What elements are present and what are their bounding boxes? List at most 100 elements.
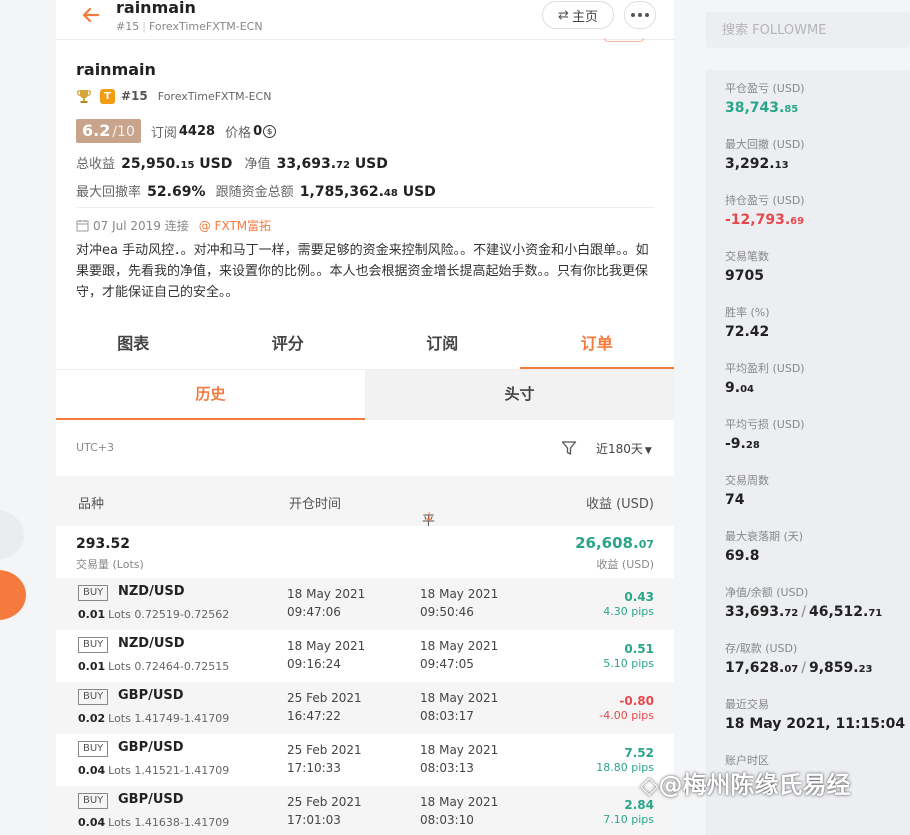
col-profit[interactable]: 收益 (USD) xyxy=(586,493,654,512)
search-input[interactable] xyxy=(706,12,896,48)
subtab-history[interactable]: 历史 xyxy=(56,370,365,420)
tab-rating[interactable]: 评分 xyxy=(211,320,366,369)
table-row[interactable]: BUY GBP/USD 0.04 Lots 1.41638-1.41709 25 … xyxy=(56,786,674,835)
trophy-icon xyxy=(77,90,91,103)
open-time: 17:10:33 xyxy=(287,761,341,775)
total-profit-value: 25,950.15 USD xyxy=(121,156,233,172)
swap-icon: ⇄ xyxy=(558,7,569,23)
stat-max-dd-period: 最大衰落期 (天) 69.8 xyxy=(725,530,804,564)
stat-trades: 交易笔数 9705 xyxy=(725,250,769,284)
stat-last-trade: 最近交易 18 May 2021, 11:15:04 xyxy=(725,698,906,732)
open-date: 18 May 2021 xyxy=(287,587,366,601)
equity-value: 33,693.72 USD xyxy=(276,156,388,172)
price-value: 0 xyxy=(253,123,263,139)
floating-circle-grey[interactable] xyxy=(0,510,24,560)
tab-orders[interactable]: 订单 xyxy=(519,320,675,369)
stat-max-drawdown: 最大回撤 (USD) 3,292.13 xyxy=(725,138,805,172)
divider xyxy=(76,207,654,208)
stat-equity-balance: 净值/余额 (USD) 33,693.72/46,512.71 xyxy=(725,586,883,620)
side-badge: BUY xyxy=(78,793,109,809)
table-row[interactable]: BUY GBP/USD 0.02 Lots 1.41749-1.41709 25 … xyxy=(56,682,674,734)
drawdown-value: 52.69% xyxy=(147,184,206,200)
side-badge: BUY xyxy=(78,585,109,601)
close-date: 18 May 2021 xyxy=(420,795,499,809)
profile-rank: #15 xyxy=(121,89,148,103)
side-badge: BUY xyxy=(78,741,109,757)
open-time: 09:16:24 xyxy=(287,657,341,671)
profile-section: rainmain T #15 ForexTimeFXTM-ECN 6.2/10 … xyxy=(76,60,654,303)
more-options-button[interactable] xyxy=(624,1,656,29)
badge-row: T #15 ForexTimeFXTM-ECN xyxy=(76,87,654,105)
open-time: 17:01:03 xyxy=(287,813,341,827)
table-row[interactable]: BUY GBP/USD 0.04 Lots 1.41521-1.41709 25 … xyxy=(56,734,674,786)
join-date-row: 07 Jul 2019 连接 @ FXTM富拓 xyxy=(76,216,654,234)
open-time: 16:47:22 xyxy=(287,709,341,723)
main-panel: rainmain #15 | ForexTimeFXTM-ECN ⇄ 主页 rain… xyxy=(56,0,674,835)
dot-icon xyxy=(631,13,635,17)
profit-equity-row: 总收益 25,950.15 USD 净值 33,693.72 USD xyxy=(76,153,654,172)
lots-info: 0.04 Lots 1.41638-1.41709 xyxy=(78,816,230,829)
open-time: 09:47:06 xyxy=(287,605,341,619)
drawdown-row: 最大回撤率 52.69% 跟随资金总额 1,785,362.48 USD xyxy=(76,181,654,200)
subs-label: 订阅 xyxy=(150,125,177,141)
total-profit-label: 总收益 xyxy=(76,157,116,172)
equity-label: 净值 xyxy=(244,157,271,172)
lots-info: 0.02 Lots 1.41749-1.41709 xyxy=(78,712,230,725)
tab-subscribe[interactable]: 订阅 xyxy=(365,320,520,369)
profile-broker: ForexTimeFXTM-ECN xyxy=(157,89,272,103)
trader-name: rainmain xyxy=(76,60,156,79)
open-date: 25 Feb 2021 xyxy=(287,795,362,809)
main-tabs: 图表 评分 订阅 订单 xyxy=(56,320,674,370)
profit: 0.43 xyxy=(624,590,654,604)
profit: 2.84 xyxy=(624,798,654,812)
score-value: 6.2 xyxy=(82,121,111,140)
header-title: rainmain xyxy=(116,0,196,17)
sort-down-icon: ↓ xyxy=(424,510,435,524)
symbol: GBP/USD xyxy=(118,792,184,807)
follow-button-edge[interactable] xyxy=(604,38,644,42)
total-profit: 26,608.07 xyxy=(575,534,654,552)
coin-icon: $ xyxy=(263,124,277,138)
close-time: 08:03:10 xyxy=(420,813,474,827)
pips: -4.00 pips xyxy=(599,709,654,722)
lots-info: 0.01 Lots 0.72519-0.72562 xyxy=(78,608,230,621)
search-box[interactable] xyxy=(706,12,910,48)
subtab-positions[interactable]: 头寸 xyxy=(365,370,674,420)
close-time: 08:03:13 xyxy=(420,761,474,775)
close-time: 08:03:17 xyxy=(420,709,474,723)
symbol: NZD/USD xyxy=(118,584,185,599)
follow-funds-value: 1,785,362.48 USD xyxy=(299,184,436,200)
close-date: 18 May 2021 xyxy=(420,639,499,653)
stat-open-pl: 持仓盈亏 (USD) -12,793.69 xyxy=(725,194,805,228)
score-max: /10 xyxy=(112,124,135,140)
filter-icon[interactable] xyxy=(561,440,577,456)
home-button-label: 主页 xyxy=(571,9,598,25)
home-button[interactable]: ⇄ 主页 xyxy=(542,1,614,29)
close-time: 09:47:05 xyxy=(420,657,474,671)
caret-down-icon: ▼ xyxy=(644,446,652,456)
open-date: 18 May 2021 xyxy=(287,639,366,653)
score-row: 6.2/10 订阅 4428 价格 0 $ xyxy=(76,119,654,143)
back-arrow-icon[interactable] xyxy=(80,4,102,26)
table-row[interactable]: BUY NZD/USD 0.01 Lots 0.72464-0.72515 18 … xyxy=(56,630,674,682)
t-badge: T xyxy=(100,88,115,104)
open-date: 25 Feb 2021 xyxy=(287,691,362,705)
strategy-description: 对冲ea 手动风控．。对冲和马丁一样，需要足够的资金来控制风险。。不建议小资金和… xyxy=(76,243,649,300)
follow-funds-label: 跟随资金总额 xyxy=(215,185,294,200)
total-lots-label: 交易量 (Lots) xyxy=(76,558,144,571)
table-row[interactable]: BUY NZD/USD 0.01 Lots 0.72519-0.72562 18 … xyxy=(56,578,674,630)
watermark-text: ◇@梅州陈缘氏易经 xyxy=(640,771,851,799)
stat-winrate: 胜率 (%) 72.42 xyxy=(725,306,770,340)
col-open-time[interactable]: 开仓时间 xyxy=(289,493,341,512)
stats-sidebar: 平仓盈亏 (USD) 38,743.85 最大回撤 (USD) 3,292.13… xyxy=(706,70,910,835)
profit: 0.51 xyxy=(624,642,654,656)
tab-chart[interactable]: 图表 xyxy=(56,320,211,369)
floating-circle-orange[interactable] xyxy=(0,570,26,620)
drawdown-label: 最大回撤率 xyxy=(76,185,142,200)
col-symbol: 品种 xyxy=(78,497,105,512)
symbol: GBP/USD xyxy=(118,740,184,755)
broker-link[interactable]: @ FXTM富拓 xyxy=(199,217,271,234)
stat-avg-loss: 平均亏损 (USD) -9.28 xyxy=(725,418,805,452)
range-dropdown[interactable]: 近180天 ▼ xyxy=(596,440,652,457)
price-label: 价格 xyxy=(225,125,252,141)
